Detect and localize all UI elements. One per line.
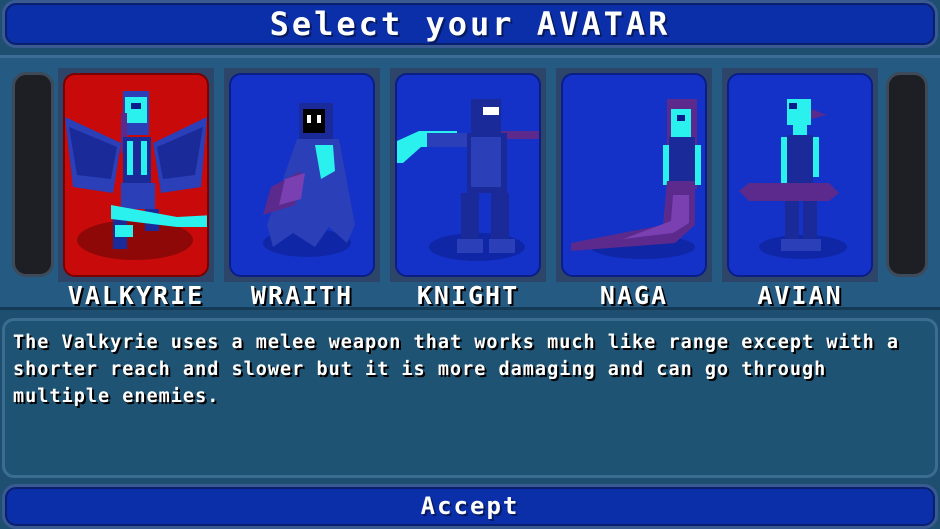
avatar-name-knight: KNIGHT: [416, 281, 520, 310]
title-bar: Select your AVATAR: [2, 0, 938, 48]
avatar-card-naga[interactable]: [556, 68, 712, 282]
naga-sprite-icon: [571, 99, 701, 259]
avatar-card-knight[interactable]: [390, 68, 546, 282]
avatar-name-wraith: WRAITH: [250, 281, 354, 310]
avatar-selector: VALKYRIE WRAITH KNIGHT NAGA AVIAN: [0, 55, 940, 310]
knight-sprite-icon: [397, 99, 539, 261]
avatar-name-valkyrie: VALKYRIE: [67, 281, 205, 310]
page-title: Select your AVATAR: [269, 5, 671, 43]
avian-sprite-icon: [739, 99, 847, 259]
valkyrie-sprite-icon: [65, 91, 207, 260]
scroll-right-button[interactable]: [886, 72, 928, 277]
wraith-sprite-icon: [263, 103, 355, 257]
description-panel: The Valkyrie uses a melee weapon that wo…: [2, 318, 938, 478]
scroll-left-button[interactable]: [12, 72, 54, 277]
accept-button[interactable]: Accept: [2, 484, 938, 529]
avatar-description: The Valkyrie uses a melee weapon that wo…: [13, 332, 900, 407]
avatar-card-valkyrie[interactable]: [58, 68, 214, 282]
avatar-name-avian: AVIAN: [757, 281, 843, 310]
avatar-card-avian[interactable]: [722, 68, 878, 282]
avatar-card-wraith[interactable]: [224, 68, 380, 282]
accept-label: Accept: [420, 492, 520, 520]
avatar-name-naga: NAGA: [599, 281, 669, 310]
